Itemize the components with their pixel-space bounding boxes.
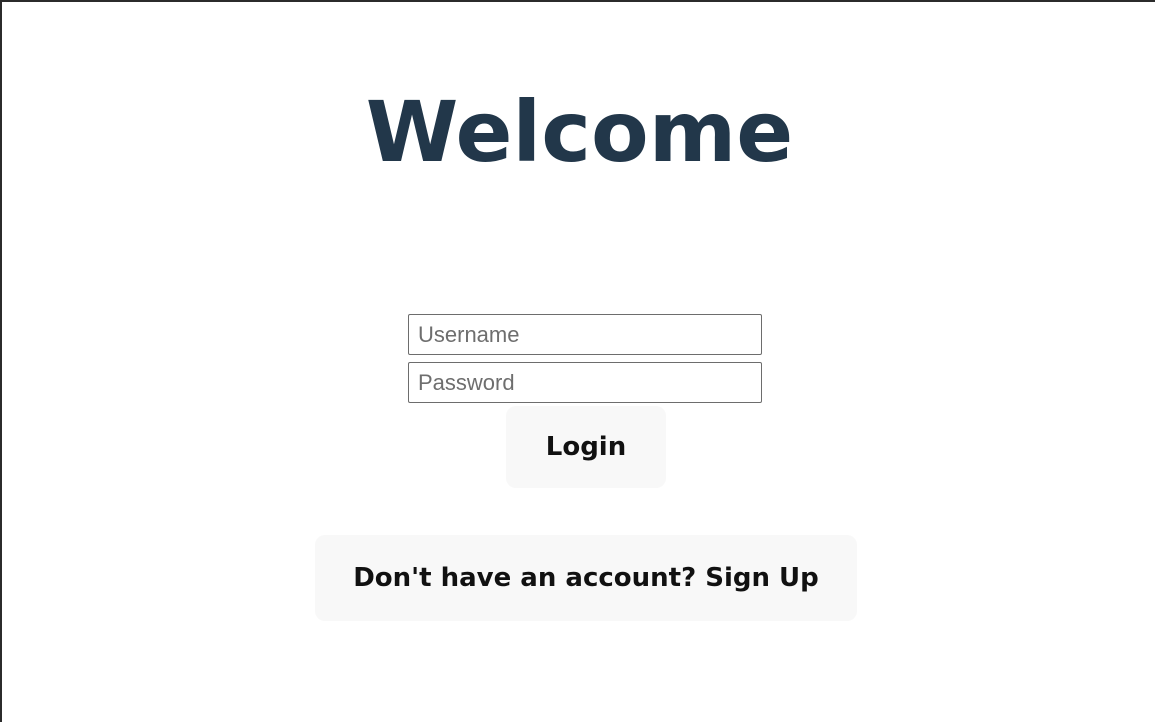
password-input[interactable] (408, 362, 762, 403)
username-input[interactable] (408, 314, 762, 355)
login-button[interactable]: Login (506, 406, 666, 488)
login-screen: Welcome Login Don't have an account? Sig… (0, 0, 1155, 722)
page-title: Welcome (365, 83, 794, 181)
signup-button[interactable]: Don't have an account? Sign Up (315, 535, 857, 621)
